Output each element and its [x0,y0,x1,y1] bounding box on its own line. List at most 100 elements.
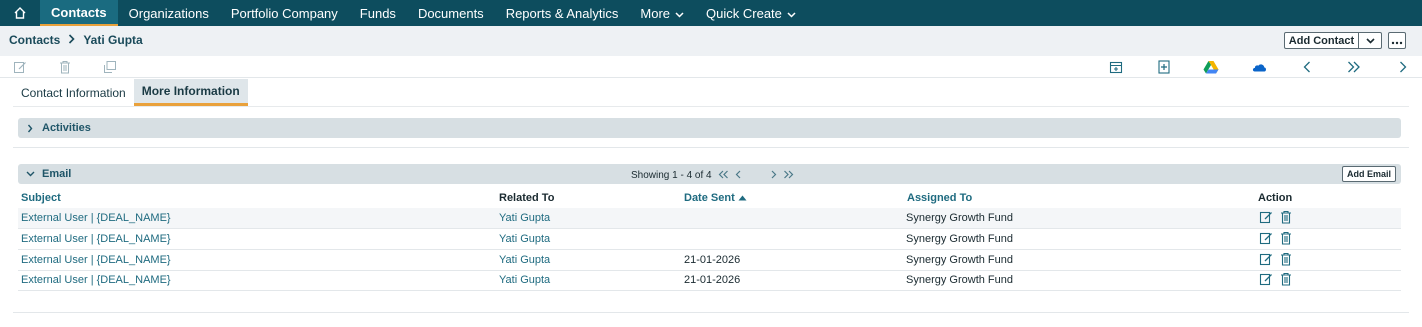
top-nav: Contacts Organizations Portfolio Company… [0,0,1422,26]
email-title: Email [42,168,72,180]
google-drive-icon[interactable] [1203,59,1219,75]
tab-divider [13,106,1409,107]
breadcrumb-parent-link[interactable]: Contacts [9,33,60,47]
previous-page-icon[interactable] [735,168,741,182]
first-page-icon[interactable] [718,168,729,182]
email-subject-link[interactable]: External User | {DEAL_NAME} [21,212,171,224]
email-pager: Showing 1 - 4 of 4 [631,168,794,182]
nav-portfolio-company[interactable]: Portfolio Company [220,0,349,26]
email-subject-link[interactable]: External User | {DEAL_NAME} [21,274,171,286]
related-to-link[interactable]: Yati Gupta [499,274,550,286]
activities-title: Activities [42,122,91,134]
column-label: Date Sent [684,192,735,204]
nav-label: More [640,5,671,21]
related-to-link[interactable]: Yati Gupta [499,254,550,266]
chevron-right-icon [68,33,75,47]
assigned-to: Synergy Growth Fund [906,212,1013,224]
email-subject-link[interactable]: External User | {DEAL_NAME} [21,254,171,266]
pager-text: Showing 1 - 4 of 4 [631,169,712,181]
edit-icon[interactable] [12,59,28,75]
assigned-to: Synergy Growth Fund [906,233,1013,245]
nav-organizations[interactable]: Organizations [118,0,220,26]
calendar-add-icon[interactable] [1108,59,1124,75]
detail-tabs: Contact Information More Information [13,79,248,106]
document-add-icon[interactable] [1156,59,1172,75]
column-header-action: Action [1258,192,1293,204]
add-contact-split-button: Add Contact [1284,32,1382,49]
assigned-to: Synergy Growth Fund [906,274,1013,286]
last-record-icon[interactable] [1346,59,1362,75]
nav-more[interactable]: More [629,0,695,26]
related-to-link[interactable]: Yati Gupta [499,212,550,224]
column-header-date-sent[interactable]: Date Sent [684,192,747,204]
chevron-down-icon [18,171,42,177]
trash-icon[interactable] [1279,252,1293,266]
table-row: External User | {DEAL_NAME} Yati Gupta S… [18,229,1401,250]
nav-quick-create[interactable]: Quick Create [695,0,807,26]
row-actions [1259,210,1293,224]
duplicate-icon[interactable] [102,59,118,75]
more-actions-button[interactable] [1388,32,1406,49]
table-row: External User | {DEAL_NAME} Yati Gupta 2… [18,270,1401,291]
breadcrumb-bar: Contacts Yati Gupta Add Contact [0,26,1422,56]
ellipsis-icon [1391,32,1403,50]
nav-label: Reports & Analytics [505,5,619,21]
column-header-related-to[interactable]: Related To [499,192,554,204]
column-header-subject[interactable]: Subject [21,192,61,204]
last-page-icon[interactable] [783,168,794,182]
breadcrumb-current: Yati Gupta [83,33,143,47]
tab-more-information[interactable]: More Information [133,79,248,106]
home-icon[interactable] [0,0,40,26]
tab-label: Contact Information [21,85,126,100]
nav-contacts[interactable]: Contacts [40,0,118,26]
next-page-icon[interactable] [771,168,777,182]
nav-label: Organizations [128,5,209,21]
related-to-link[interactable]: Yati Gupta [499,233,550,245]
tab-label: More Information [141,84,240,98]
date-sent: 21-01-2026 [684,274,741,286]
sort-ascending-icon [738,192,747,204]
add-contact-dropdown[interactable] [1359,33,1381,48]
edit-icon[interactable] [1259,272,1273,286]
row-actions [1259,231,1293,245]
chevron-down-icon [787,6,796,21]
assigned-to: Synergy Growth Fund [906,254,1013,266]
nav-label: Contacts [51,4,107,20]
tab-contact-information[interactable]: Contact Information [13,79,134,106]
table-row: External User | {DEAL_NAME} Yati Gupta 2… [18,250,1401,271]
activities-header[interactable]: Activities [18,118,1401,138]
edit-icon[interactable] [1259,231,1273,245]
add-contact-button[interactable]: Add Contact [1285,33,1359,48]
nav-reports-analytics[interactable]: Reports & Analytics [495,0,630,26]
chevron-down-icon [675,6,684,21]
next-record-icon[interactable] [1395,59,1411,75]
row-actions [1259,272,1293,286]
breadcrumb: Contacts Yati Gupta [9,33,143,47]
trash-icon[interactable] [1279,272,1293,286]
chevron-down-icon [1365,35,1375,47]
section-divider [13,147,1409,148]
nav-label: Portfolio Company [230,5,338,21]
email-table-header: Subject Related To Date Sent Assigned To… [18,188,1401,208]
date-sent: 21-01-2026 [684,254,741,266]
column-header-assigned-to[interactable]: Assigned To [907,192,972,204]
nav-funds[interactable]: Funds [349,0,407,26]
edit-icon[interactable] [1259,210,1273,224]
nav-label: Documents [417,5,484,21]
section-divider [13,312,1409,313]
onedrive-icon[interactable] [1251,59,1267,75]
table-row: External User | {DEAL_NAME} Yati Gupta S… [18,208,1401,229]
add-email-button[interactable]: Add Email [1342,166,1396,182]
trash-icon[interactable] [1279,231,1293,245]
nav-label: Quick Create [706,5,782,21]
edit-icon[interactable] [1259,252,1273,266]
trash-icon[interactable] [57,59,73,75]
nav-documents[interactable]: Documents [407,0,495,26]
previous-record-icon[interactable] [1299,59,1315,75]
nav-label: Funds [359,5,396,21]
record-toolbar [0,56,1422,78]
row-actions [1259,252,1293,266]
email-subject-link[interactable]: External User | {DEAL_NAME} [21,233,171,245]
trash-icon[interactable] [1279,210,1293,224]
chevron-right-icon [18,124,42,133]
